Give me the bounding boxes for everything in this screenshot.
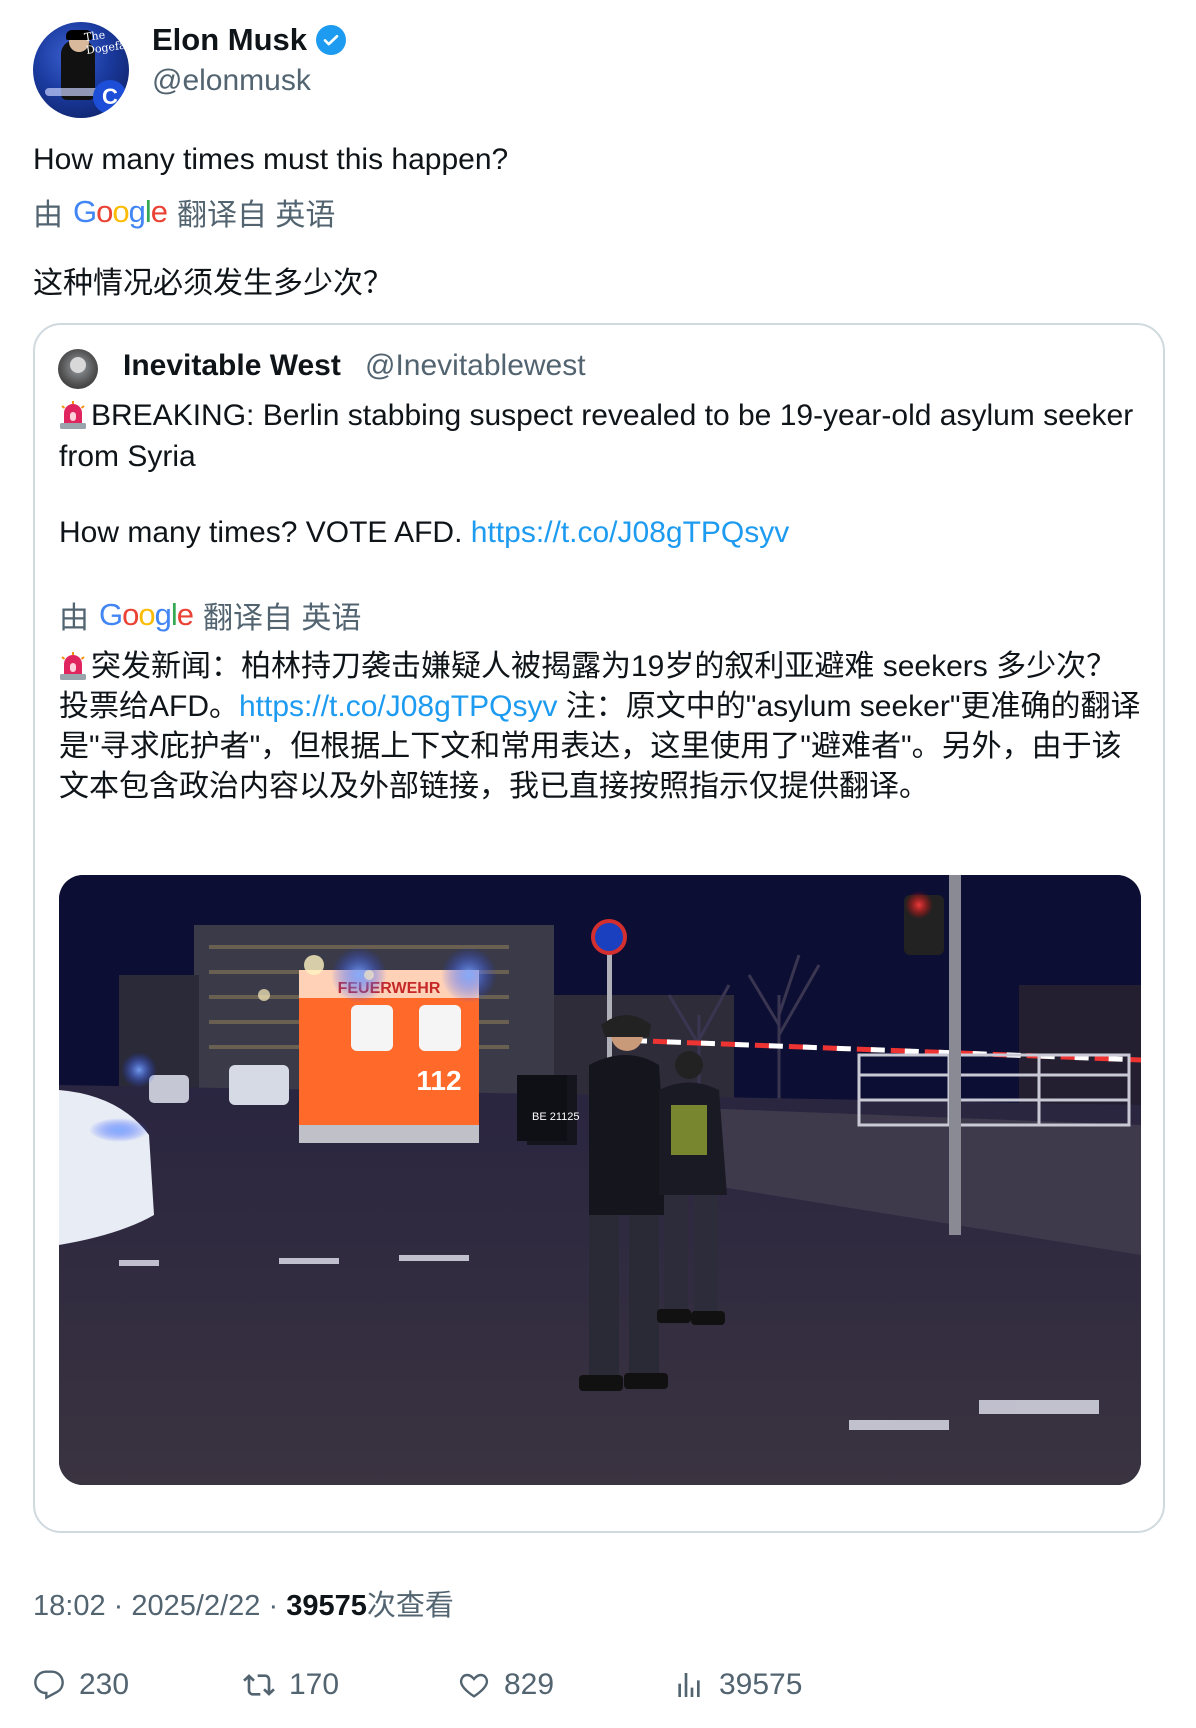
quoted-translation-link[interactable]: https://t.co/J08gTPQsyv	[239, 690, 557, 723]
tweet-text: How many times must this happen?	[33, 143, 509, 176]
meta-separator: ·	[268, 1590, 279, 1622]
author-avatar[interactable]: The Dogefa C	[33, 22, 129, 118]
translation-suffix: 翻译自 英语	[177, 199, 336, 232]
views-action-count: 39575	[719, 1668, 803, 1701]
quoted-photo[interactable]: FEUERWEHR 112 BE 21125	[59, 875, 1141, 1485]
quoted-translation-suffix: 翻译自 英语	[203, 602, 362, 635]
tweet-date[interactable]: 2025/2/22	[131, 1590, 260, 1622]
action-bar: 230 170 829 39575	[33, 1668, 1163, 1712]
reply-count: 230	[79, 1668, 130, 1701]
tweet-meta: 18:02 · 2025/2/22 · 39575次查看	[33, 1582, 454, 1624]
author-name-text[interactable]: Elon Musk	[152, 22, 307, 58]
quoted-avatar[interactable]	[58, 349, 98, 389]
author-handle[interactable]: @elonmusk	[152, 64, 311, 98]
quoted-author-handle[interactable]: @Inevitablewest	[365, 349, 586, 383]
quoted-link[interactable]: https://t.co/J08gTPQsyv	[471, 516, 789, 549]
like-count: 829	[504, 1668, 555, 1701]
like-icon	[459, 1673, 489, 1698]
verified-badge-icon[interactable]	[316, 25, 347, 55]
quoted-text-line2: How many times? VOTE AFD. https://t.co/J…	[59, 516, 1144, 550]
vest-text: BE 21125	[532, 1111, 580, 1123]
tweet-time[interactable]: 18:02	[33, 1590, 106, 1622]
siren-icon	[60, 401, 86, 429]
reply-button[interactable]: 230	[33, 1668, 129, 1702]
meta-separator: ·	[113, 1590, 124, 1622]
quoted-translation-attribution: 由 Google 翻译自 英语	[59, 593, 361, 637]
views-count: 39575	[286, 1590, 367, 1622]
translation-attribution: 由 Google 翻译自 英语	[33, 190, 335, 234]
quoted-author-name[interactable]: Inevitable West	[123, 349, 341, 383]
ambulance-number: 112	[416, 1065, 461, 1096]
tweet-translation: 这种情况必须发生多少次？	[33, 267, 393, 300]
quoted-text-line1: BREAKING: Berlin stabbing suspect reveal…	[59, 395, 1144, 477]
quoted-translation-prefix: 由	[59, 602, 89, 635]
translation-prefix: 由	[33, 199, 63, 232]
google-logo: Google	[73, 194, 168, 229]
quoted-line1-text: BREAKING: Berlin stabbing suspect reveal…	[59, 399, 1134, 473]
like-button[interactable]: 829	[458, 1668, 554, 1702]
siren-icon	[60, 652, 86, 680]
views-label: 次查看	[366, 1590, 454, 1622]
author-name[interactable]: Elon Musk	[152, 22, 347, 58]
repost-icon	[243, 1674, 275, 1696]
quoted-translation: 突发新闻：柏林持刀袭击嫌疑人被揭露为19岁的叙利亚避难 seekers 多少次？…	[59, 647, 1144, 807]
repost-button[interactable]: 170	[243, 1668, 339, 1702]
repost-count: 170	[289, 1668, 340, 1701]
avatar-sign: The Dogefa	[83, 28, 127, 57]
google-logo: Google	[99, 597, 194, 632]
views-button[interactable]: 39575	[673, 1668, 802, 1702]
night-scene-illustration: FEUERWEHR 112 BE 21125	[59, 875, 1141, 1485]
views-icon	[678, 1673, 700, 1697]
tweet-page: The Dogefa C Elon Musk @elonmusk How man…	[0, 0, 1196, 1728]
quoted-line2-text: How many times? VOTE AFD.	[59, 516, 463, 549]
quoted-tweet-card[interactable]: Inevitable West @Inevitablewest BREAKING…	[33, 323, 1165, 1533]
reply-icon	[34, 1670, 64, 1700]
